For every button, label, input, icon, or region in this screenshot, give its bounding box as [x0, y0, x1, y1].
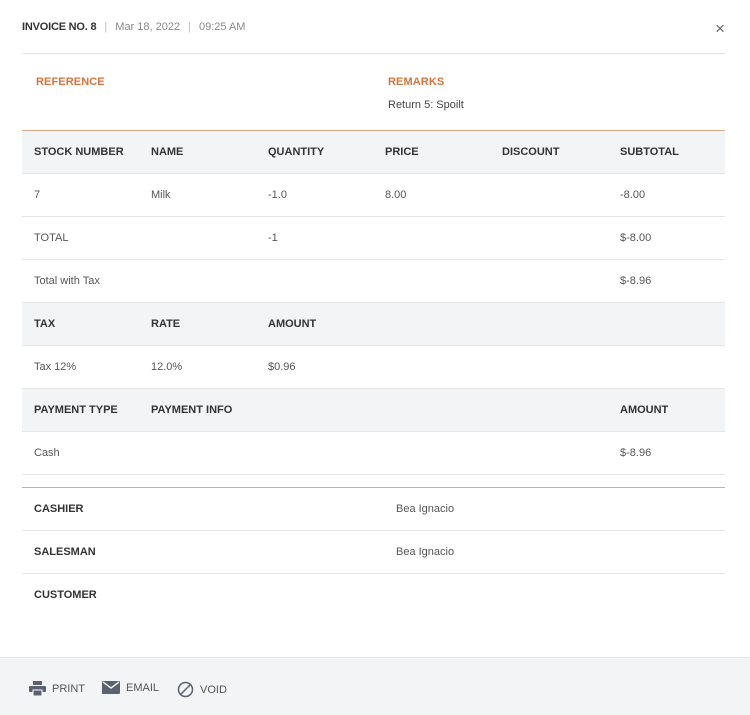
col-tax-amount: AMOUNT — [268, 318, 317, 330]
item-price: 8.00 — [385, 189, 407, 201]
total-label: TOTAL — [34, 232, 69, 244]
invoice-header: INVOICE NO. 8 | Mar 18, 2022 | 09:25 AM … — [22, 0, 725, 54]
col-subtotal: SUBTOTAL — [620, 146, 679, 158]
print-label: PRINT — [52, 682, 85, 695]
col-discount: DISCOUNT — [502, 146, 560, 158]
total-with-tax-row: Total with Tax $-8.96 — [22, 260, 725, 303]
tax-header-row: TAX RATE AMOUNT — [22, 303, 725, 346]
total-quantity: -1 — [268, 232, 278, 244]
col-tax: TAX — [34, 318, 56, 330]
print-button[interactable]: PRINT — [29, 681, 85, 696]
tax-name: Tax 12% — [34, 361, 77, 373]
col-quantity: QUANTITY — [268, 146, 325, 158]
cashier-label: CASHIER — [34, 503, 84, 515]
salesman-row: SALESMAN Bea Ignacio — [22, 531, 725, 574]
item-quantity: -1.0 — [268, 189, 287, 201]
void-circle-icon — [177, 681, 194, 698]
header-separator: | — [188, 20, 191, 33]
invoice-time: 09:25 AM — [198, 20, 246, 33]
invoice-date: Mar 18, 2022 — [115, 20, 181, 33]
email-label: EMAIL — [126, 681, 160, 694]
tax-row: Tax 12% 12.0% $0.96 — [22, 346, 725, 389]
total-row: TOTAL -1 $-8.00 — [22, 217, 725, 260]
customer-label: CUSTOMER — [34, 589, 97, 601]
col-rate: RATE — [151, 318, 181, 330]
remarks-label: REMARKS — [388, 76, 445, 88]
remarks-value: Return 5: Spoilt — [388, 99, 464, 111]
col-payment-amount: AMOUNT — [620, 404, 669, 416]
col-stock-number: STOCK NUMBER — [34, 146, 124, 158]
cashier-row: CASHIER Bea Ignacio — [22, 488, 725, 531]
payment-amount: $-8.96 — [620, 447, 652, 459]
tax-rate: 12.0% — [151, 361, 183, 373]
staff-section: CASHIER Bea Ignacio SALESMAN Bea Ignacio… — [22, 487, 725, 616]
payment-header-row: PAYMENT TYPE PAYMENT INFO AMOUNT — [22, 389, 725, 432]
item-stock-number: 7 — [34, 189, 41, 201]
close-icon[interactable]: × — [715, 20, 725, 37]
envelope-icon — [102, 681, 120, 694]
col-price: PRICE — [385, 146, 419, 158]
table-row: 7 Milk -1.0 8.00 -8.00 — [22, 174, 725, 217]
total-with-tax-label: Total with Tax — [34, 275, 100, 287]
payment-row: Cash $-8.96 — [22, 432, 725, 475]
cashier-value: Bea Ignacio — [396, 503, 455, 515]
footer-actions: PRINT EMAIL VOID — [0, 657, 750, 715]
header-separator: | — [104, 20, 108, 33]
reference-label: REFERENCE — [36, 76, 105, 88]
customer-row: CUSTOMER — [22, 574, 725, 616]
invoice-table: STOCK NUMBER NAME QUANTITY PRICE DISCOUN… — [22, 131, 725, 475]
payment-type: Cash — [34, 447, 60, 459]
col-name: NAME — [151, 146, 184, 158]
item-subtotal: -8.00 — [620, 189, 646, 201]
email-button[interactable]: EMAIL — [102, 681, 159, 694]
salesman-value: Bea Ignacio — [396, 546, 455, 558]
col-payment-type: PAYMENT TYPE — [34, 404, 118, 416]
total-subtotal: $-8.00 — [620, 232, 652, 244]
item-name: Milk — [151, 189, 171, 201]
void-label: VOID — [200, 683, 227, 696]
void-button[interactable]: VOID — [177, 681, 227, 698]
reference-remarks-section: REFERENCE REMARKS Return 5: Spoilt — [22, 54, 725, 131]
printer-icon — [29, 681, 46, 696]
total-with-tax-value: $-8.96 — [620, 275, 652, 287]
tax-amount: $0.96 — [268, 361, 296, 373]
items-header-row: STOCK NUMBER NAME QUANTITY PRICE DISCOUN… — [22, 131, 725, 174]
salesman-label: SALESMAN — [34, 546, 96, 558]
invoice-number: INVOICE NO. 8 — [22, 20, 97, 33]
col-payment-info: PAYMENT INFO — [151, 404, 233, 416]
